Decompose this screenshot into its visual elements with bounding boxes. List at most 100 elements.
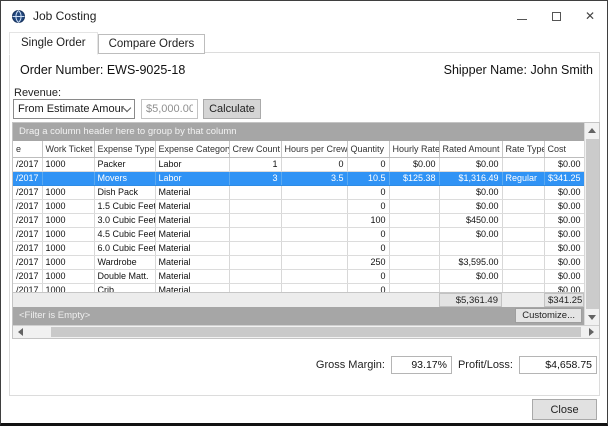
grid-cell[interactable]: [281, 255, 347, 269]
grid-cell[interactable]: [229, 255, 281, 269]
grid-cell[interactable]: $0.00: [439, 157, 502, 171]
grid-cell[interactable]: /2017: [13, 171, 42, 185]
grid-cell[interactable]: [281, 269, 347, 283]
tab-single-order[interactable]: Single Order: [9, 32, 98, 55]
grid-cell[interactable]: [502, 227, 544, 241]
grid-cell[interactable]: [389, 269, 439, 283]
grid-cell[interactable]: [229, 213, 281, 227]
grid-cell[interactable]: [389, 185, 439, 199]
grid-cell[interactable]: /2017: [13, 185, 42, 199]
grid-cell[interactable]: [229, 283, 281, 292]
grid-cell[interactable]: /2017: [13, 255, 42, 269]
grid-cell[interactable]: [502, 199, 544, 213]
grid-cell[interactable]: 0: [347, 227, 389, 241]
grid-cell[interactable]: $0.00: [439, 269, 502, 283]
gross-margin-field[interactable]: [391, 356, 452, 374]
grid-cell[interactable]: $341.25: [544, 171, 584, 185]
grid-cell[interactable]: [281, 227, 347, 241]
grid-cell[interactable]: [439, 283, 502, 292]
grid-cell[interactable]: $0.00: [544, 283, 584, 292]
column-header-rate-type[interactable]: Rate Type: [502, 141, 544, 157]
profit-loss-field[interactable]: [519, 356, 597, 374]
grid-cell[interactable]: $0.00: [544, 199, 584, 213]
grid-cell[interactable]: /2017: [13, 213, 42, 227]
grid-cell[interactable]: [502, 241, 544, 255]
grid-cell[interactable]: 250: [347, 255, 389, 269]
grid-cell[interactable]: Dish Pack: [94, 185, 155, 199]
scroll-left-icon[interactable]: [13, 326, 28, 338]
customize-button[interactable]: Customize...: [515, 308, 582, 323]
grid-cell[interactable]: $0.00: [544, 185, 584, 199]
grid-cell[interactable]: 0: [347, 283, 389, 292]
revenue-source-dropdown[interactable]: From Estimate Amount: [13, 99, 135, 119]
grid-cell[interactable]: 100: [347, 213, 389, 227]
grid-cell[interactable]: Material: [155, 199, 229, 213]
close-dialog-button[interactable]: Close: [532, 399, 597, 420]
grid-cell[interactable]: 1000: [42, 199, 94, 213]
grid-cell[interactable]: /2017: [13, 157, 42, 171]
grid-cell[interactable]: Double Matt.: [94, 269, 155, 283]
maximize-button[interactable]: [539, 1, 573, 31]
grid-cell[interactable]: [389, 199, 439, 213]
grid-cell[interactable]: Crib: [94, 283, 155, 292]
grid-cell[interactable]: 4.5 Cubic Feet: [94, 227, 155, 241]
grid-cell[interactable]: /2017: [13, 199, 42, 213]
horizontal-scrollbar[interactable]: [13, 325, 599, 338]
grid-cell[interactable]: 1000: [42, 185, 94, 199]
scroll-right-icon[interactable]: [584, 326, 599, 338]
grid-cell[interactable]: [502, 185, 544, 199]
grid-cell[interactable]: [42, 171, 94, 185]
grid-cell[interactable]: [229, 185, 281, 199]
scroll-up-icon[interactable]: [585, 123, 599, 138]
column-header-rated-amount[interactable]: Rated Amount: [439, 141, 502, 157]
grid-cell[interactable]: 0: [347, 241, 389, 255]
grid-row[interactable]: /201710001.5 Cubic FeetMaterial0$0.00$0.…: [13, 199, 584, 213]
grid-row[interactable]: /20171000PackerLabor100$0.00$0.00$0.00: [13, 157, 584, 171]
grid-cell[interactable]: 0: [347, 185, 389, 199]
grid-cell[interactable]: 0: [281, 157, 347, 171]
grid-cell[interactable]: [439, 241, 502, 255]
grid-cell[interactable]: [389, 241, 439, 255]
column-header-quantity[interactable]: Quantity: [347, 141, 389, 157]
grid-cell[interactable]: $0.00: [544, 213, 584, 227]
grid-cell[interactable]: 1000: [42, 283, 94, 292]
grid-cell[interactable]: 1000: [42, 227, 94, 241]
minimize-button[interactable]: [505, 1, 539, 31]
grid-cell[interactable]: [389, 213, 439, 227]
vertical-scrollbar-thumb[interactable]: [586, 139, 599, 309]
grid-cell[interactable]: Labor: [155, 157, 229, 171]
column-header-crew-count[interactable]: Crew Count: [229, 141, 281, 157]
grid-cell[interactable]: [502, 255, 544, 269]
horizontal-scrollbar-thumb[interactable]: [51, 327, 581, 337]
column-header-hours-per-crew[interactable]: Hours per Crew: [281, 141, 347, 157]
grid-cell[interactable]: 1000: [42, 157, 94, 171]
grid-cell[interactable]: [281, 199, 347, 213]
column-header-e[interactable]: e: [13, 141, 42, 157]
grid-cell[interactable]: Labor: [155, 171, 229, 185]
grid-cell[interactable]: 0: [347, 269, 389, 283]
grid-cell[interactable]: [502, 157, 544, 171]
vertical-scrollbar[interactable]: [584, 123, 599, 325]
scroll-down-icon[interactable]: [585, 310, 599, 325]
grid-cell[interactable]: Material: [155, 255, 229, 269]
grid-cell[interactable]: Material: [155, 227, 229, 241]
grid-cell[interactable]: Material: [155, 283, 229, 292]
grid-cell[interactable]: $0.00: [544, 255, 584, 269]
grid-cell[interactable]: 3.0 Cubic Feet: [94, 213, 155, 227]
grid-cell[interactable]: $0.00: [544, 227, 584, 241]
grid-cell[interactable]: 6.0 Cubic Feet: [94, 241, 155, 255]
grid-cell[interactable]: 1: [229, 157, 281, 171]
grid-cell[interactable]: $1,316.49: [439, 171, 502, 185]
grid-cell[interactable]: [229, 199, 281, 213]
grid-cell[interactable]: 1000: [42, 269, 94, 283]
grid-cell[interactable]: 1000: [42, 241, 94, 255]
revenue-amount-input[interactable]: [141, 99, 198, 119]
grid-cell[interactable]: [502, 283, 544, 292]
grid-cell[interactable]: $0.00: [389, 157, 439, 171]
column-header-expense-category[interactable]: Expense Category: [155, 141, 229, 157]
grid-cell[interactable]: $0.00: [439, 185, 502, 199]
grid-cell[interactable]: $450.00: [439, 213, 502, 227]
grid-cell[interactable]: [229, 241, 281, 255]
grid-cell[interactable]: /2017: [13, 227, 42, 241]
grid-cell[interactable]: [281, 213, 347, 227]
